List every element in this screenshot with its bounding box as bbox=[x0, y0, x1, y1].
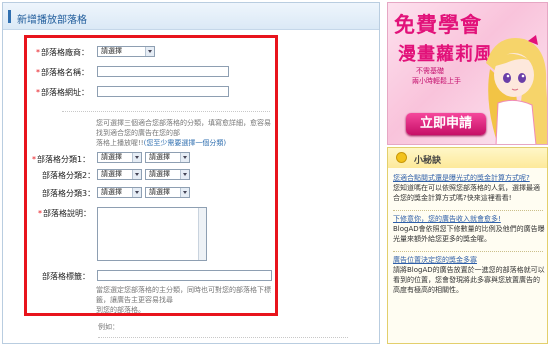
select-value: 請選擇 bbox=[101, 153, 122, 161]
header-accent-bar bbox=[8, 10, 11, 23]
tips-header: 小秘訣 bbox=[388, 148, 547, 168]
blog-url-label-text: 部落格網址： bbox=[41, 88, 89, 97]
category1-sub-select[interactable]: 請選擇 bbox=[145, 152, 190, 163]
divider bbox=[98, 337, 348, 338]
tip-question-link[interactable]: 下修意你，您的廣告收入就會愈多! bbox=[393, 214, 545, 224]
divider bbox=[62, 111, 270, 112]
category3-main-select[interactable]: 請選擇 bbox=[97, 187, 142, 198]
chevron-down-icon bbox=[180, 170, 189, 179]
category2-sub-select[interactable]: 請選擇 bbox=[145, 169, 190, 180]
tip-item: 您適合點閱式還是曝光式的獎金計算方式呢? 您知道嗎在可以依照您部落格的人氣，選擇… bbox=[393, 173, 545, 203]
description-textarea[interactable] bbox=[97, 207, 207, 261]
chevron-down-icon bbox=[132, 153, 141, 162]
category2-label: 部落格分類2： bbox=[42, 171, 96, 180]
category2-main-select[interactable]: 請選擇 bbox=[97, 169, 142, 180]
category1-label: *部落格分類1： bbox=[32, 154, 90, 165]
panel-header: 新增播放部落格 bbox=[3, 3, 379, 30]
required-mark: * bbox=[36, 88, 40, 97]
category-hint-link: (您至少需要選擇一個分類) bbox=[143, 139, 227, 147]
platform-label-text: 部落格廠商： bbox=[41, 48, 89, 57]
tip-question-link[interactable]: 您適合點閱式還是曝光式的獎金計算方式呢? bbox=[393, 173, 545, 183]
required-mark: * bbox=[38, 209, 42, 218]
select-value: 請選擇 bbox=[101, 170, 122, 178]
required-mark: * bbox=[32, 155, 36, 164]
category3-sub-select[interactable]: 請選擇 bbox=[145, 187, 190, 198]
required-mark: * bbox=[36, 68, 40, 77]
panel-title: 新增播放部落格 bbox=[17, 15, 87, 26]
category-hint-line2: 落格上播放喔!! bbox=[96, 139, 144, 147]
banner-headline-1: 免費學會 bbox=[394, 12, 482, 37]
category1-main-select[interactable]: 請選擇 bbox=[97, 152, 142, 163]
platform-select-value: 請選擇 bbox=[101, 47, 122, 55]
blog-name-label: *部落格名稱： bbox=[36, 67, 89, 78]
select-value: 請選擇 bbox=[101, 188, 122, 196]
promo-banner[interactable]: 免費學會 漫畫蘿莉風 不需基礎 兩小時輕鬆上手 立即申請 bbox=[387, 2, 548, 145]
scroll-gutter bbox=[380, 0, 386, 344]
tip-divider bbox=[393, 251, 543, 252]
select-value: 請選擇 bbox=[149, 153, 170, 161]
chevron-down-icon bbox=[180, 153, 189, 162]
tip-item: 廣告位置決定您的獎金多寡 請將BlogAD的廣告放置於一進您的部落格就可以看到的… bbox=[393, 255, 545, 295]
category-hint-line1: 您可選擇三個適合您部落格的分類，填寫愈詳細，愈容易找到適合您的廣告在您的部 bbox=[96, 119, 271, 137]
example-label: 例如： bbox=[98, 323, 119, 331]
tip-divider bbox=[393, 210, 543, 211]
blog-url-label: *部落格網址： bbox=[36, 87, 89, 98]
chevron-down-icon bbox=[145, 47, 154, 56]
description-label: *部落格說明： bbox=[38, 208, 91, 219]
tags-hint-line1: 當您選定您部落格的主分類，同時也可對您的部落格下標籤，讓廣告主更容易找尋 bbox=[96, 286, 271, 304]
tip-answer: BlogAD會依照您下修數量的比例及他們的廣告曝光量來額外給您更多的獎金喔。 bbox=[393, 225, 545, 243]
description-label-text: 部落格說明： bbox=[43, 209, 91, 218]
category3-label: 部落格分類3： bbox=[42, 189, 96, 198]
chevron-down-icon bbox=[132, 188, 141, 197]
blog-name-label-text: 部落格名稱： bbox=[41, 68, 89, 77]
tags-input[interactable] bbox=[97, 270, 272, 281]
chevron-down-icon bbox=[180, 188, 189, 197]
tip-item: 下修意你，您的廣告收入就會愈多! BlogAD會依照您下修數量的比例及他們的廣告… bbox=[393, 214, 545, 244]
select-value: 請選擇 bbox=[149, 170, 170, 178]
category1-label-text: 部落格分類1： bbox=[37, 155, 91, 164]
chevron-down-icon bbox=[132, 170, 141, 179]
tip-answer: 您知道嗎在可以依照您部落格的人氣，選擇最適合您的獎金計算方式嗎?快來這裡看看! bbox=[393, 184, 540, 202]
tags-label: 部落格標籤： bbox=[42, 272, 90, 281]
tags-hint: 當您選定您部落格的主分類，同時也可對您的部落格下標籤，讓廣告主更容易找尋 到您的… bbox=[96, 285, 276, 315]
banner-subtext-2: 兩小時輕鬆上手 bbox=[412, 77, 461, 85]
tips-box: 小秘訣 您適合點閱式還是曝光式的獎金計算方式呢? 您知道嗎在可以依照您部落格的人… bbox=[387, 147, 548, 344]
apply-now-button[interactable]: 立即申請 bbox=[406, 113, 486, 135]
lightbulb-icon bbox=[396, 152, 407, 163]
platform-label: *部落格廠商： bbox=[36, 47, 89, 58]
tips-title: 小秘訣 bbox=[414, 156, 442, 166]
category-hint: 您可選擇三個適合您部落格的分類，填寫愈詳細，愈容易找到適合您的廣告在您的部 落格… bbox=[96, 118, 276, 148]
anime-girl-illustration bbox=[486, 35, 547, 144]
blog-url-input[interactable] bbox=[97, 86, 229, 97]
platform-select[interactable]: 請選擇 bbox=[97, 46, 155, 57]
tip-question-link[interactable]: 廣告位置決定您的獎金多寡 bbox=[393, 255, 545, 265]
blog-name-input[interactable] bbox=[97, 66, 229, 77]
tip-answer: 請將BlogAD的廣告放置於一進您的部落格就可以看到的位置，您會發現將此多寡與您… bbox=[393, 266, 545, 294]
select-value: 請選擇 bbox=[149, 188, 170, 196]
banner-subtext-1: 不需基礎 bbox=[416, 67, 444, 75]
tags-hint-line2: 到您的部落格。 bbox=[96, 306, 145, 314]
textarea-scrollbar[interactable] bbox=[198, 208, 206, 260]
required-mark: * bbox=[36, 48, 40, 57]
